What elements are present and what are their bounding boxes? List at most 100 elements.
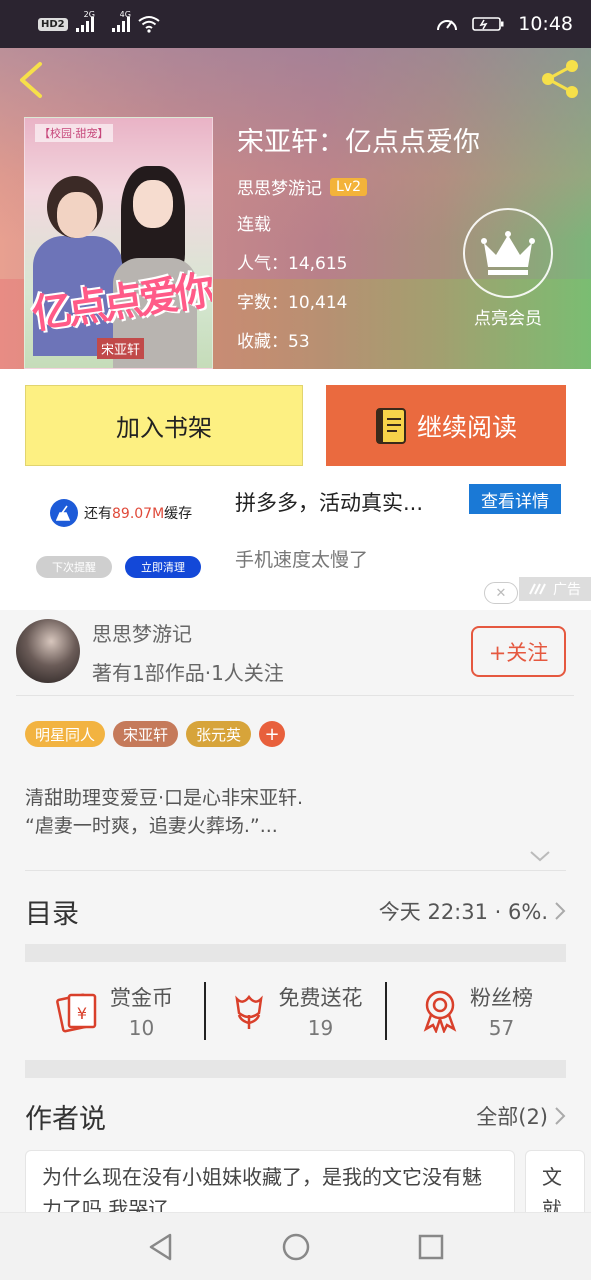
book-cover[interactable]: 【校园·甜宠】 亿点点爱你 宋亚轩 — [24, 117, 213, 369]
follow-button[interactable]: +关注 — [471, 626, 566, 677]
book-favorites: 收藏：53 — [237, 330, 537, 355]
ad-subtitle: 手机速度太慢了 — [235, 549, 369, 571]
book-icon — [375, 407, 406, 444]
tag-chip[interactable]: 明星同人 — [25, 721, 106, 747]
reward-coins-value: 10 — [128, 1016, 155, 1040]
book-author[interactable]: 思思梦游记 — [237, 174, 322, 199]
add-to-shelf-button[interactable]: 加入书架 — [25, 385, 303, 466]
synopsis-line-1: 清甜助理变爱豆·口是心非宋亚轩. — [25, 787, 304, 809]
synopsis[interactable]: 清甜助理变爱豆·口是心非宋亚轩. “虐妻一时爽，追妻火葬场.”... — [25, 784, 565, 840]
tag-list: 明星同人 宋亚轩 张元英 + — [25, 721, 286, 747]
cover-figure-girl-face — [133, 180, 173, 228]
cover-author: 宋亚轩 — [97, 338, 145, 359]
circle-home-icon — [282, 1233, 309, 1260]
send-flowers-value: 19 — [307, 1016, 334, 1040]
toc-info: 今天 22:31 · 6%. — [379, 896, 566, 926]
back-arrow-icon[interactable] — [14, 60, 50, 100]
status-time: 10:48 — [518, 13, 573, 35]
author-comment-card[interactable]: 文就 — [525, 1150, 585, 1220]
popularity-label: 人气： — [237, 254, 288, 274]
chevron-down-icon[interactable] — [528, 846, 552, 866]
avatar[interactable] — [16, 619, 80, 683]
hd-label: HD — [41, 18, 58, 30]
ad-cache-prefix: 还有 — [84, 506, 112, 522]
stats-row: ¥ 赏金币 10 免费送花 19 粉丝榜 57 — [25, 963, 566, 1059]
author-says-all-link[interactable]: 全部(2) — [476, 1101, 566, 1131]
ad-tag: 广告 — [519, 577, 591, 601]
continue-reading-label: 继续阅读 — [416, 412, 517, 442]
crown-icon — [481, 231, 535, 275]
hd-badge: HD2 — [38, 17, 68, 31]
network2-label: 4G — [119, 10, 131, 19]
triangle-back-icon — [149, 1233, 171, 1260]
wifi-icon — [138, 16, 160, 33]
status-right: 10:48 — [436, 13, 573, 35]
book-header: 【校园·甜宠】 亿点点爱你 宋亚轩 宋亚轩：亿点点爱你 思思梦游记 Lv2 连载… — [0, 48, 591, 369]
ad-close-icon[interactable]: ✕ — [484, 582, 518, 604]
ad-cache-suffix: 缓存 — [164, 506, 193, 522]
chevron-right-icon — [555, 902, 566, 920]
author-comment-card[interactable]: 为什么现在没有小姐妹收藏了，是我的文它没有魅力了吗 我哭辽 — [25, 1150, 515, 1220]
continue-reading-button[interactable]: 继续阅读 — [326, 385, 566, 466]
nav-back-button[interactable] — [141, 1227, 181, 1267]
ad-cache-line: 还有89.07M缓存 — [50, 499, 192, 527]
words-value: 10,414 — [288, 293, 348, 313]
signal-4g-icon: 4G — [111, 10, 131, 32]
medal-icon — [423, 990, 457, 1033]
book-title: 宋亚轩：亿点点爱你 — [237, 127, 480, 158]
status-bar: HD2 2G 4G 10:48 — [0, 0, 591, 48]
book-author-row: 思思梦游记 Lv2 — [237, 174, 537, 199]
action-bar: 加入书架 继续阅读 — [0, 369, 591, 483]
toc-update: 今天 22:31 · 6%. — [378, 900, 548, 924]
broom-icon — [50, 499, 78, 527]
ad-later-button: 下次提醒 — [36, 556, 112, 578]
author-summary: 著有1部作品·1人关注 — [92, 661, 284, 685]
ad-tag-label: 广告 — [553, 582, 581, 598]
favorites-value: 53 — [288, 332, 310, 352]
words-label: 字数： — [237, 293, 288, 313]
vip-button[interactable]: 点亮会员 — [463, 208, 553, 329]
vip-label: 点亮会员 — [474, 309, 542, 329]
add-tag-button[interactable]: + — [259, 721, 286, 747]
status-left: HD2 2G 4G — [38, 10, 160, 33]
author-says-header: 作者说 全部(2) — [25, 1093, 566, 1139]
ad-logo-icon — [529, 583, 546, 595]
battery-icon — [472, 17, 504, 31]
section-separator — [25, 1060, 566, 1078]
toc-title: 目录 — [25, 898, 79, 930]
add-to-shelf-label: 加入书架 — [116, 414, 212, 442]
popularity-value: 14,615 — [288, 254, 348, 274]
ad-title: 拼多多，活动真实... — [235, 491, 424, 515]
svg-text:¥: ¥ — [77, 1004, 87, 1023]
cover-tag: 【校园·甜宠】 — [35, 124, 113, 142]
level-badge: Lv2 — [330, 177, 367, 196]
flower-icon — [234, 994, 263, 1029]
ad-image: 还有89.07M缓存 下次提醒 立即清理 — [14, 483, 214, 605]
vip-circle — [463, 208, 553, 298]
reward-coins-button[interactable]: ¥ 赏金币 10 — [25, 982, 204, 1040]
tag-chip[interactable]: 宋亚轩 — [113, 721, 179, 747]
hd-sub-label: 2 — [57, 18, 65, 30]
fan-ranking-button[interactable]: 粉丝榜 57 — [385, 982, 566, 1040]
network1-label: 2G — [83, 10, 95, 19]
ad-detail-button[interactable]: 查看详情 — [469, 484, 561, 514]
signal-2g-icon: 2G — [75, 10, 95, 32]
author-name[interactable]: 思思梦游记 — [92, 618, 192, 647]
nav-recents-button[interactable] — [411, 1227, 451, 1267]
speedometer-icon — [437, 20, 458, 31]
send-flowers-label: 免费送花 — [278, 986, 363, 1010]
favorites-label: 收藏： — [237, 332, 288, 352]
tag-chip[interactable]: 张元英 — [186, 721, 252, 747]
nav-home-button[interactable] — [276, 1227, 316, 1267]
ad-clean-now-button: 立即清理 — [125, 556, 201, 578]
send-flowers-button[interactable]: 免费送花 19 — [204, 982, 385, 1040]
fan-ranking-value: 57 — [488, 1016, 515, 1040]
square-recents-icon — [418, 1234, 443, 1259]
author-card: 思思梦游记 著有1部作品·1人关注 +关注 — [16, 610, 574, 696]
ad-banner[interactable]: 还有89.07M缓存 下次提醒 立即清理 拼多多，活动真实... 查看详情 手机… — [0, 483, 591, 610]
table-of-contents-row[interactable]: 目录 今天 22:31 · 6%. — [25, 888, 566, 934]
fan-ranking-label: 粉丝榜 — [470, 986, 533, 1010]
synopsis-line-2: “虐妻一时爽，追妻火葬场.”... — [25, 815, 278, 837]
share-icon[interactable] — [537, 56, 583, 102]
author-says-all-label: 全部(2) — [476, 1105, 548, 1129]
